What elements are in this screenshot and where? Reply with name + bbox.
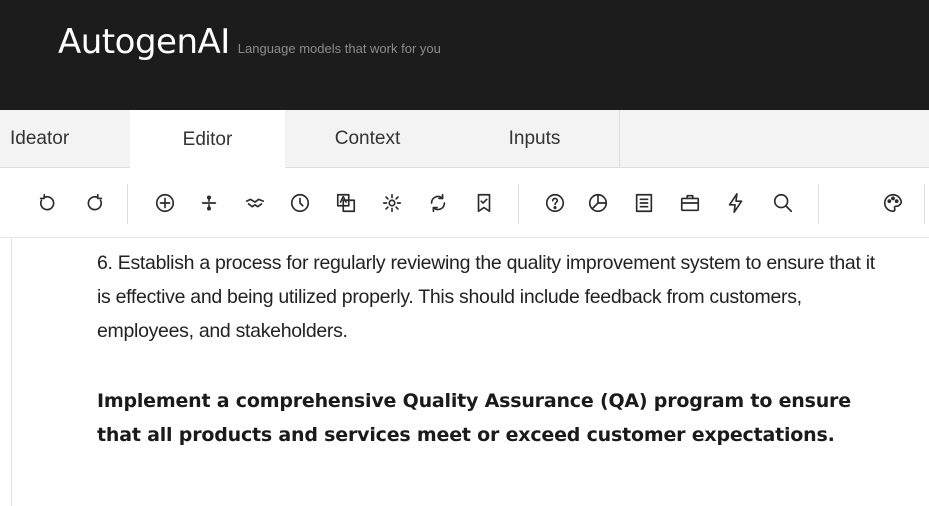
briefcase-icon[interactable]: [677, 190, 703, 216]
divide-icon[interactable]: [196, 190, 222, 216]
tab-context[interactable]: Context: [285, 110, 450, 168]
search-icon[interactable]: [770, 190, 796, 216]
toolbar-divider: [518, 184, 519, 224]
lightning-icon[interactable]: [723, 190, 749, 216]
palette-icon[interactable]: [880, 190, 906, 216]
bookmark-icon[interactable]: [471, 190, 497, 216]
editor-left-border: [0, 238, 12, 506]
handshake-icon[interactable]: [242, 190, 268, 216]
tab-editor[interactable]: Editor: [130, 110, 285, 169]
brand: AutogenAI Language models that work for …: [58, 22, 441, 62]
editor-bold-paragraph[interactable]: Implement a comprehensive Quality Assura…: [97, 384, 877, 452]
toolbar-divider: [924, 184, 925, 224]
add-circle-icon[interactable]: [152, 190, 178, 216]
toolbar-divider: [127, 184, 128, 224]
translate-icon[interactable]: [333, 190, 359, 216]
toolbar-divider: [818, 184, 819, 224]
editor-paragraph[interactable]: 6. Establish a process for regularly rev…: [97, 246, 877, 348]
app-tagline: Language models that work for you: [237, 41, 441, 56]
app-logo-name[interactable]: AutogenAI: [58, 22, 230, 62]
help-icon[interactable]: [542, 190, 568, 216]
chart-icon[interactable]: [585, 190, 611, 216]
tab-inputs[interactable]: Inputs: [450, 110, 620, 168]
undo-icon[interactable]: [34, 190, 60, 216]
tab-bar: Ideator Editor Context Inputs: [0, 110, 929, 169]
settings-icon[interactable]: [379, 190, 405, 216]
clock-icon[interactable]: [287, 190, 313, 216]
editor-toolbar: [0, 168, 929, 238]
refresh-icon[interactable]: [425, 190, 451, 216]
document-icon[interactable]: [631, 190, 657, 216]
editor-content[interactable]: 6. Establish a process for regularly rev…: [97, 246, 877, 452]
redo-icon[interactable]: [82, 190, 108, 216]
app-header: AutogenAI Language models that work for …: [0, 0, 929, 110]
tab-ideator[interactable]: Ideator: [0, 110, 130, 168]
